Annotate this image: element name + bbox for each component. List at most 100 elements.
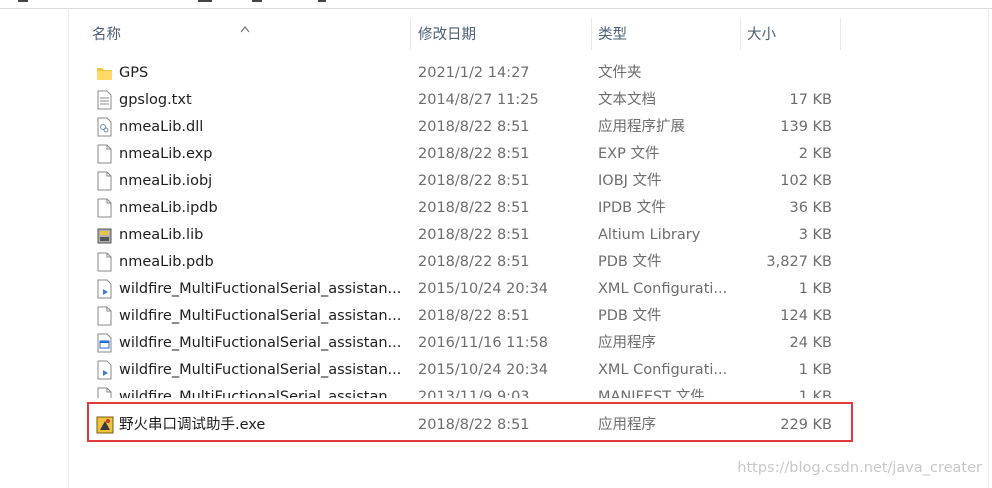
column-header-name-label: 名称	[92, 27, 121, 43]
file-size: 24 KB	[789, 335, 832, 351]
file-size: 102 KB	[780, 173, 832, 189]
file-row[interactable]: gpslog.txt 2014/8/27 11:25 文本文档 17 KB	[90, 87, 850, 114]
file-size: 17 KB	[789, 92, 832, 108]
file-row[interactable]: wildfire_MultiFuctionalSerial_assistan 20…	[90, 384, 850, 398]
file-date: 2018/8/22 8:51	[418, 173, 530, 189]
file-row[interactable]: nmeaLib.iobj 2018/8/22 8:51 IOBJ 文件 102 KB	[90, 168, 850, 195]
file-date: 2018/8/22 8:51	[418, 308, 530, 324]
file-type: 应用程序	[598, 335, 656, 351]
file-date: 2015/10/24 20:34	[418, 281, 548, 297]
config-file-icon	[96, 279, 113, 299]
file-row[interactable]: 野火串口调试助手.exe 2018/8/22 8:51 应用程序 229 KB	[90, 412, 850, 439]
file-date: 2014/8/27 11:25	[418, 92, 539, 108]
file-date: 2018/8/22 8:51	[418, 146, 530, 162]
file-name: nmeaLib.lib	[119, 227, 204, 243]
top-fragment	[252, 0, 262, 2]
file-row[interactable]: wildfire_MultiFuctionalSerial_assistan..…	[90, 357, 850, 384]
file-date: 2018/8/22 8:51	[418, 200, 530, 216]
file-name: nmeaLib.exp	[119, 146, 213, 162]
file-row[interactable]: nmeaLib.lib 2018/8/22 8:51 Altium Library 3…	[90, 222, 850, 249]
navigation-pane-divider[interactable]	[68, 8, 69, 488]
file-type: Altium Library	[598, 227, 701, 243]
file-type: 应用程序扩展	[598, 119, 685, 135]
folder-icon	[96, 63, 113, 83]
column-header-name[interactable]: 名称	[80, 18, 411, 50]
file-size: 1 KB	[798, 362, 832, 378]
top-fragment	[198, 0, 212, 2]
file-row[interactable]: wildfire_MultiFuctionalSerial_assistan..…	[90, 303, 850, 330]
file-date: 2015/10/24 20:34	[418, 362, 548, 378]
file-size: 229 KB	[780, 417, 832, 433]
file-type: XML Configurati...	[598, 362, 728, 378]
file-type: IOBJ 文件	[598, 173, 662, 189]
file-row[interactable]: nmeaLib.exp 2018/8/22 8:51 EXP 文件 2 KB	[90, 141, 850, 168]
file-row[interactable]: GPS 2021/1/2 14:27 文件夹	[90, 60, 850, 87]
scrollbar-track[interactable]	[988, 8, 989, 488]
column-header-row: 名称 修改日期 类型 大小	[80, 18, 850, 50]
column-header-size[interactable]: 大小	[735, 18, 841, 50]
file-name: wildfire_MultiFuctionalSerial_assistan..…	[119, 281, 402, 297]
top-bar	[0, 0, 992, 9]
file-name: gpslog.txt	[119, 92, 192, 108]
file-size: 1 KB	[798, 389, 832, 398]
file-type: PDB 文件	[598, 308, 662, 324]
file-name: nmeaLib.ipdb	[119, 200, 218, 216]
blank-file-icon	[96, 306, 113, 326]
file-type: 文件夹	[598, 65, 642, 81]
file-name: nmeaLib.pdb	[119, 254, 214, 270]
file-row[interactable]: wildfire_MultiFuctionalSerial_assistan..…	[90, 330, 850, 357]
file-type: MANIFEST 文件	[598, 389, 705, 398]
file-row[interactable]: nmeaLib.dll 2018/8/22 8:51 应用程序扩展 139 KB	[90, 114, 850, 141]
file-type: EXP 文件	[598, 146, 660, 162]
file-date: 2018/8/22 8:51	[418, 417, 530, 433]
app-exe-icon	[96, 415, 114, 435]
file-size: 1 KB	[798, 281, 832, 297]
file-size: 2 KB	[798, 146, 832, 162]
sort-ascending-icon	[240, 12, 250, 46]
file-date: 2018/8/22 8:51	[418, 119, 530, 135]
dll-file-icon	[96, 117, 113, 137]
config-file-icon	[96, 360, 113, 380]
file-size: 3,827 KB	[766, 254, 832, 270]
watermark: https://blog.csdn.net/java_creater	[737, 460, 982, 476]
file-row[interactable]: wildfire_MultiFuctionalSerial_assistan..…	[90, 276, 850, 303]
file-type: XML Configurati...	[598, 281, 728, 297]
column-header-type-label: 类型	[598, 27, 627, 43]
file-date: 2018/8/22 8:51	[418, 254, 530, 270]
file-name: nmeaLib.iobj	[119, 173, 213, 189]
file-name: wildfire_MultiFuctionalSerial_assistan..…	[119, 335, 402, 351]
column-header-date-label: 修改日期	[418, 27, 476, 43]
file-date: 2013/11/9 9:03	[418, 389, 530, 398]
blank-file-icon	[96, 198, 113, 218]
top-fragment	[318, 0, 326, 2]
file-date: 2016/11/16 11:58	[418, 335, 548, 351]
file-type: PDB 文件	[598, 254, 662, 270]
blank-file-icon	[96, 387, 113, 398]
column-header-size-label: 大小	[747, 27, 776, 43]
blank-file-icon	[96, 171, 113, 191]
file-name: nmeaLib.dll	[119, 119, 204, 135]
column-header-type[interactable]: 类型	[586, 18, 741, 50]
file-size: 124 KB	[780, 308, 832, 324]
top-fragment	[18, 0, 28, 2]
file-row[interactable]: nmeaLib.pdb 2018/8/22 8:51 PDB 文件 3,827 KB	[90, 249, 850, 276]
file-name: wildfire_MultiFuctionalSerial_assistan	[119, 389, 388, 398]
file-size: 3 KB	[798, 227, 832, 243]
file-size: 36 KB	[789, 200, 832, 216]
file-name: wildfire_MultiFuctionalSerial_assistan..…	[119, 308, 402, 324]
blank-file-icon	[96, 252, 113, 272]
file-type: 文本文档	[598, 92, 656, 108]
library-file-icon	[96, 225, 113, 245]
file-name: wildfire_MultiFuctionalSerial_assistan..…	[119, 362, 402, 378]
file-name: 野火串口调试助手.exe	[119, 417, 266, 433]
file-size: 139 KB	[780, 119, 832, 135]
file-date: 2018/8/22 8:51	[418, 227, 530, 243]
file-date: 2021/1/2 14:27	[418, 65, 530, 81]
file-row[interactable]: nmeaLib.ipdb 2018/8/22 8:51 IPDB 文件 36 KB	[90, 195, 850, 222]
file-type: IPDB 文件	[598, 200, 666, 216]
text-file-icon	[96, 90, 113, 110]
blank-file-icon	[96, 144, 113, 164]
exe-window-icon	[96, 333, 113, 353]
file-name: GPS	[119, 65, 149, 81]
column-header-date[interactable]: 修改日期	[406, 18, 592, 50]
